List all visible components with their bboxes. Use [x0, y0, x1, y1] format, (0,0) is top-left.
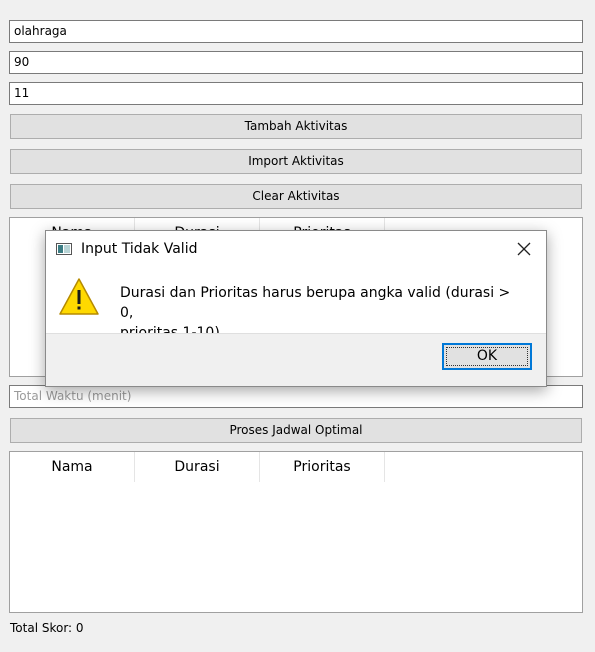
column-header-nama[interactable]: Nama [10, 452, 135, 482]
invalid-input-dialog: Input Tidak Valid Durasi dan Prioritas h… [45, 230, 547, 387]
activity-name-input[interactable]: olahraga [9, 20, 583, 43]
result-table-header: Nama Durasi Prioritas [10, 452, 582, 482]
column-header-prioritas[interactable]: Prioritas [260, 452, 385, 482]
dialog-title: Input Tidak Valid [81, 241, 198, 257]
dialog-message-line1: Durasi dan Prioritas harus berupa angka … [120, 285, 511, 321]
warning-icon [58, 277, 100, 317]
activity-priority-input[interactable]: 11 [9, 82, 583, 105]
app-icon [56, 243, 72, 255]
total-time-input[interactable]: Total Waktu (menit) [9, 385, 583, 408]
dialog-titlebar[interactable]: Input Tidak Valid [46, 231, 546, 267]
result-table[interactable]: Nama Durasi Prioritas [9, 451, 583, 613]
close-icon[interactable] [514, 239, 534, 259]
clear-activity-button[interactable]: Clear Aktivitas [10, 184, 582, 209]
dialog-body: Durasi dan Prioritas harus berupa angka … [46, 267, 546, 341]
focus-rect [446, 347, 528, 366]
import-activity-button[interactable]: Import Aktivitas [10, 149, 582, 174]
activity-duration-input[interactable]: 90 [9, 51, 583, 74]
add-activity-button[interactable]: Tambah Aktivitas [10, 114, 582, 139]
process-schedule-button[interactable]: Proses Jadwal Optimal [10, 418, 582, 443]
column-header-durasi[interactable]: Durasi [135, 452, 260, 482]
dialog-footer: OK [46, 333, 546, 386]
total-score-label: Total Skor: 0 [10, 621, 84, 635]
ok-button[interactable]: OK [442, 343, 532, 370]
